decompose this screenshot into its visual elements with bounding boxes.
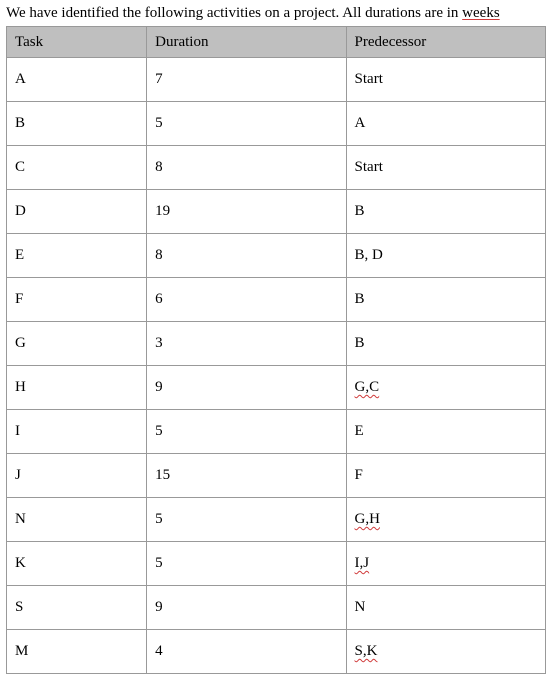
cell-task: J: [7, 454, 147, 498]
cell-duration: 9: [147, 366, 346, 410]
cell-duration: 7: [147, 58, 346, 102]
cell-task: B: [7, 102, 147, 146]
cell-task: D: [7, 190, 147, 234]
activities-table: Task Duration Predecessor A7StartB5AC8St…: [6, 26, 546, 674]
intro-text: We have identified the following activit…: [6, 4, 546, 22]
cell-duration: 6: [147, 278, 346, 322]
table-row: K5 I,J: [7, 542, 546, 586]
cell-duration: 4: [147, 630, 346, 674]
cell-predecessor: I,J: [346, 542, 545, 586]
cell-duration: 8: [147, 234, 346, 278]
cell-predecessor: Start: [346, 58, 545, 102]
cell-task: F: [7, 278, 147, 322]
cell-duration: 19: [147, 190, 346, 234]
table-header-row: Task Duration Predecessor: [7, 27, 546, 58]
cell-predecessor: B: [346, 190, 545, 234]
header-task: Task: [7, 27, 147, 58]
table-row: E8B, D: [7, 234, 546, 278]
header-duration: Duration: [147, 27, 346, 58]
cell-task: E: [7, 234, 147, 278]
cell-task: H: [7, 366, 147, 410]
table-row: C8Start: [7, 146, 546, 190]
predecessor-value: G,C: [355, 379, 380, 395]
predecessor-value: I,J: [355, 555, 370, 571]
intro-prefix: We have identified the following activit…: [6, 5, 462, 21]
cell-predecessor: G,C: [346, 366, 545, 410]
cell-duration: 5: [147, 102, 346, 146]
cell-task: C: [7, 146, 147, 190]
table-row: A7Start: [7, 58, 546, 102]
cell-predecessor: B: [346, 322, 545, 366]
table-row: H9 G,C: [7, 366, 546, 410]
table-row: B5A: [7, 102, 546, 146]
cell-duration: 5: [147, 498, 346, 542]
cell-task: S: [7, 586, 147, 630]
table-row: D19B: [7, 190, 546, 234]
cell-predecessor: Start: [346, 146, 545, 190]
predecessor-value: S,K: [355, 643, 378, 659]
cell-task: I: [7, 410, 147, 454]
cell-duration: 3: [147, 322, 346, 366]
cell-task: G: [7, 322, 147, 366]
table-row: N5 G,H: [7, 498, 546, 542]
cell-duration: 8: [147, 146, 346, 190]
cell-duration: 9: [147, 586, 346, 630]
predecessor-value: G,H: [355, 511, 380, 527]
cell-duration: 15: [147, 454, 346, 498]
cell-duration: 5: [147, 410, 346, 454]
table-row: I5E: [7, 410, 546, 454]
cell-task: K: [7, 542, 147, 586]
cell-predecessor: G,H: [346, 498, 545, 542]
table-row: M4 S,K: [7, 630, 546, 674]
table-row: F6B: [7, 278, 546, 322]
cell-duration: 5: [147, 542, 346, 586]
table-row: S9N: [7, 586, 546, 630]
table-row: G3B: [7, 322, 546, 366]
cell-predecessor: N: [346, 586, 545, 630]
cell-predecessor: E: [346, 410, 545, 454]
intro-underlined-word: weeks: [462, 5, 500, 21]
cell-predecessor: F: [346, 454, 545, 498]
cell-task: M: [7, 630, 147, 674]
cell-predecessor: S,K: [346, 630, 545, 674]
table-row: J15F: [7, 454, 546, 498]
cell-task: A: [7, 58, 147, 102]
cell-predecessor: A: [346, 102, 545, 146]
cell-task: N: [7, 498, 147, 542]
header-predecessor: Predecessor: [346, 27, 545, 58]
cell-predecessor: B, D: [346, 234, 545, 278]
cell-predecessor: B: [346, 278, 545, 322]
